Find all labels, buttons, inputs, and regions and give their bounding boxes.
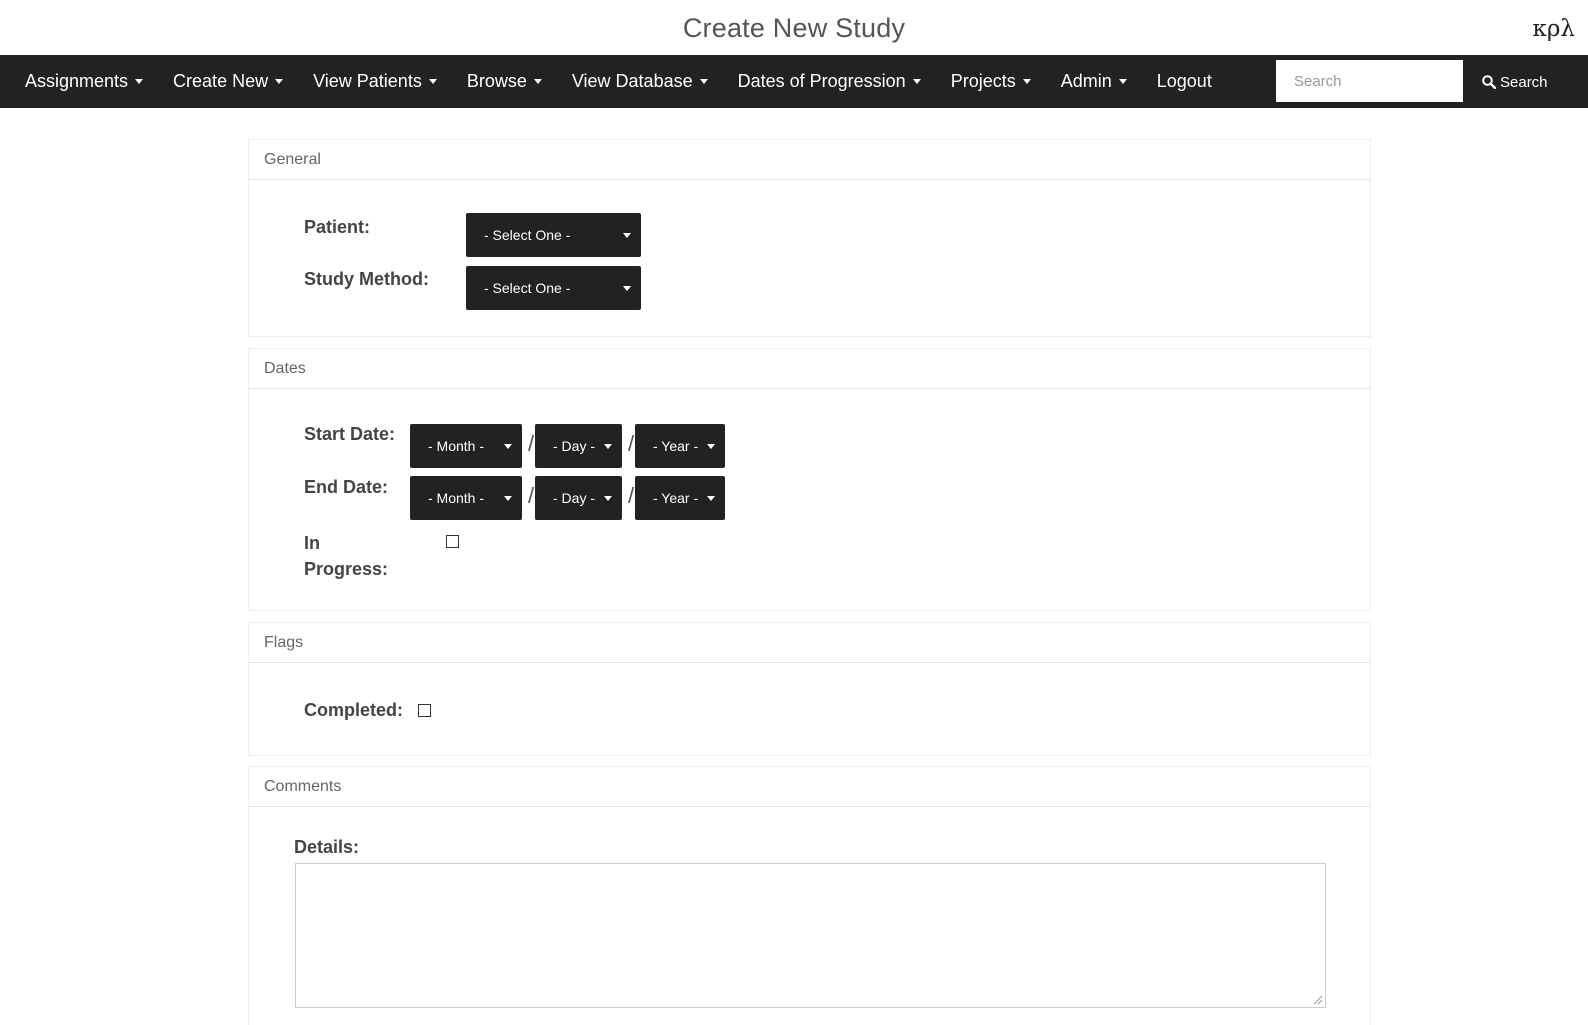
study-method-select[interactable]: - Select One -: [466, 266, 641, 310]
general-panel: General Patient: - Select One - Study Me…: [248, 139, 1371, 337]
dates-panel: Dates Start Date: - Month - / - Day - / …: [248, 348, 1371, 611]
caret-down-icon: [623, 232, 631, 238]
end-date-label: End Date:: [304, 477, 389, 497]
comments-panel: Comments Details:: [248, 766, 1371, 1025]
nav-menu: Assignments Create New View Patients Bro…: [0, 55, 1227, 108]
caret-down-icon: [623, 285, 631, 291]
resize-grip-icon[interactable]: [1311, 993, 1323, 1005]
in-progress-label: In Progress:: [304, 533, 389, 579]
details-label: Details:: [294, 837, 360, 857]
panel-heading-comments: Comments: [249, 767, 1370, 807]
caret-down-icon: [428, 79, 437, 84]
caret-down-icon: [533, 79, 542, 84]
completed-checkbox[interactable]: [418, 704, 431, 717]
brand-logo[interactable]: κρλ: [1533, 16, 1575, 42]
completed-label: Completed:: [304, 700, 403, 720]
panel-heading-dates: Dates: [249, 349, 1370, 389]
search-icon: [1482, 75, 1496, 89]
page-title: Create New Study: [682, 13, 906, 43]
caret-down-icon: [1022, 79, 1031, 84]
caret-down-icon: [604, 443, 612, 449]
page-header: Create New Study κρλ: [0, 0, 1588, 55]
nav-logout[interactable]: Logout: [1142, 55, 1227, 108]
nav-projects[interactable]: Projects: [936, 55, 1046, 108]
flags-panel: Flags Completed:: [248, 622, 1371, 756]
search-input[interactable]: [1276, 60, 1463, 102]
nav-view-patients[interactable]: View Patients: [298, 55, 452, 108]
date-separator: /: [528, 431, 535, 456]
caret-down-icon: [699, 79, 708, 84]
panel-heading-flags: Flags: [249, 623, 1370, 663]
date-separator: /: [628, 483, 635, 508]
search-button[interactable]: Search: [1482, 68, 1548, 96]
date-separator: /: [528, 483, 535, 508]
caret-down-icon: [275, 79, 284, 84]
caret-down-icon: [707, 495, 715, 501]
details-textarea[interactable]: [295, 863, 1326, 1008]
caret-down-icon: [504, 443, 512, 449]
start-day-select[interactable]: - Day -: [535, 424, 622, 468]
panel-heading-general: General: [249, 140, 1370, 180]
nav-view-database[interactable]: View Database: [557, 55, 723, 108]
end-day-select[interactable]: - Day -: [535, 476, 622, 520]
nav-browse[interactable]: Browse: [452, 55, 557, 108]
caret-down-icon: [604, 495, 612, 501]
nav-create-new[interactable]: Create New: [158, 55, 298, 108]
date-separator: /: [628, 431, 635, 456]
start-month-select[interactable]: - Month -: [410, 424, 522, 468]
nav-assignments[interactable]: Assignments: [10, 55, 158, 108]
navbar: Assignments Create New View Patients Bro…: [0, 55, 1588, 108]
caret-down-icon: [912, 79, 921, 84]
start-date-label: Start Date:: [304, 424, 396, 444]
nav-admin[interactable]: Admin: [1046, 55, 1142, 108]
caret-down-icon: [707, 443, 715, 449]
in-progress-checkbox[interactable]: [446, 535, 459, 548]
caret-down-icon: [1118, 79, 1127, 84]
caret-down-icon: [504, 495, 512, 501]
start-year-select[interactable]: - Year -: [635, 424, 725, 468]
end-year-select[interactable]: - Year -: [635, 476, 725, 520]
end-month-select[interactable]: - Month -: [410, 476, 522, 520]
patient-select[interactable]: - Select One -: [466, 213, 641, 257]
study-method-label: Study Method:: [304, 269, 429, 289]
caret-down-icon: [135, 79, 144, 84]
patient-label: Patient:: [304, 217, 371, 237]
nav-dates-of-progression[interactable]: Dates of Progression: [723, 55, 936, 108]
